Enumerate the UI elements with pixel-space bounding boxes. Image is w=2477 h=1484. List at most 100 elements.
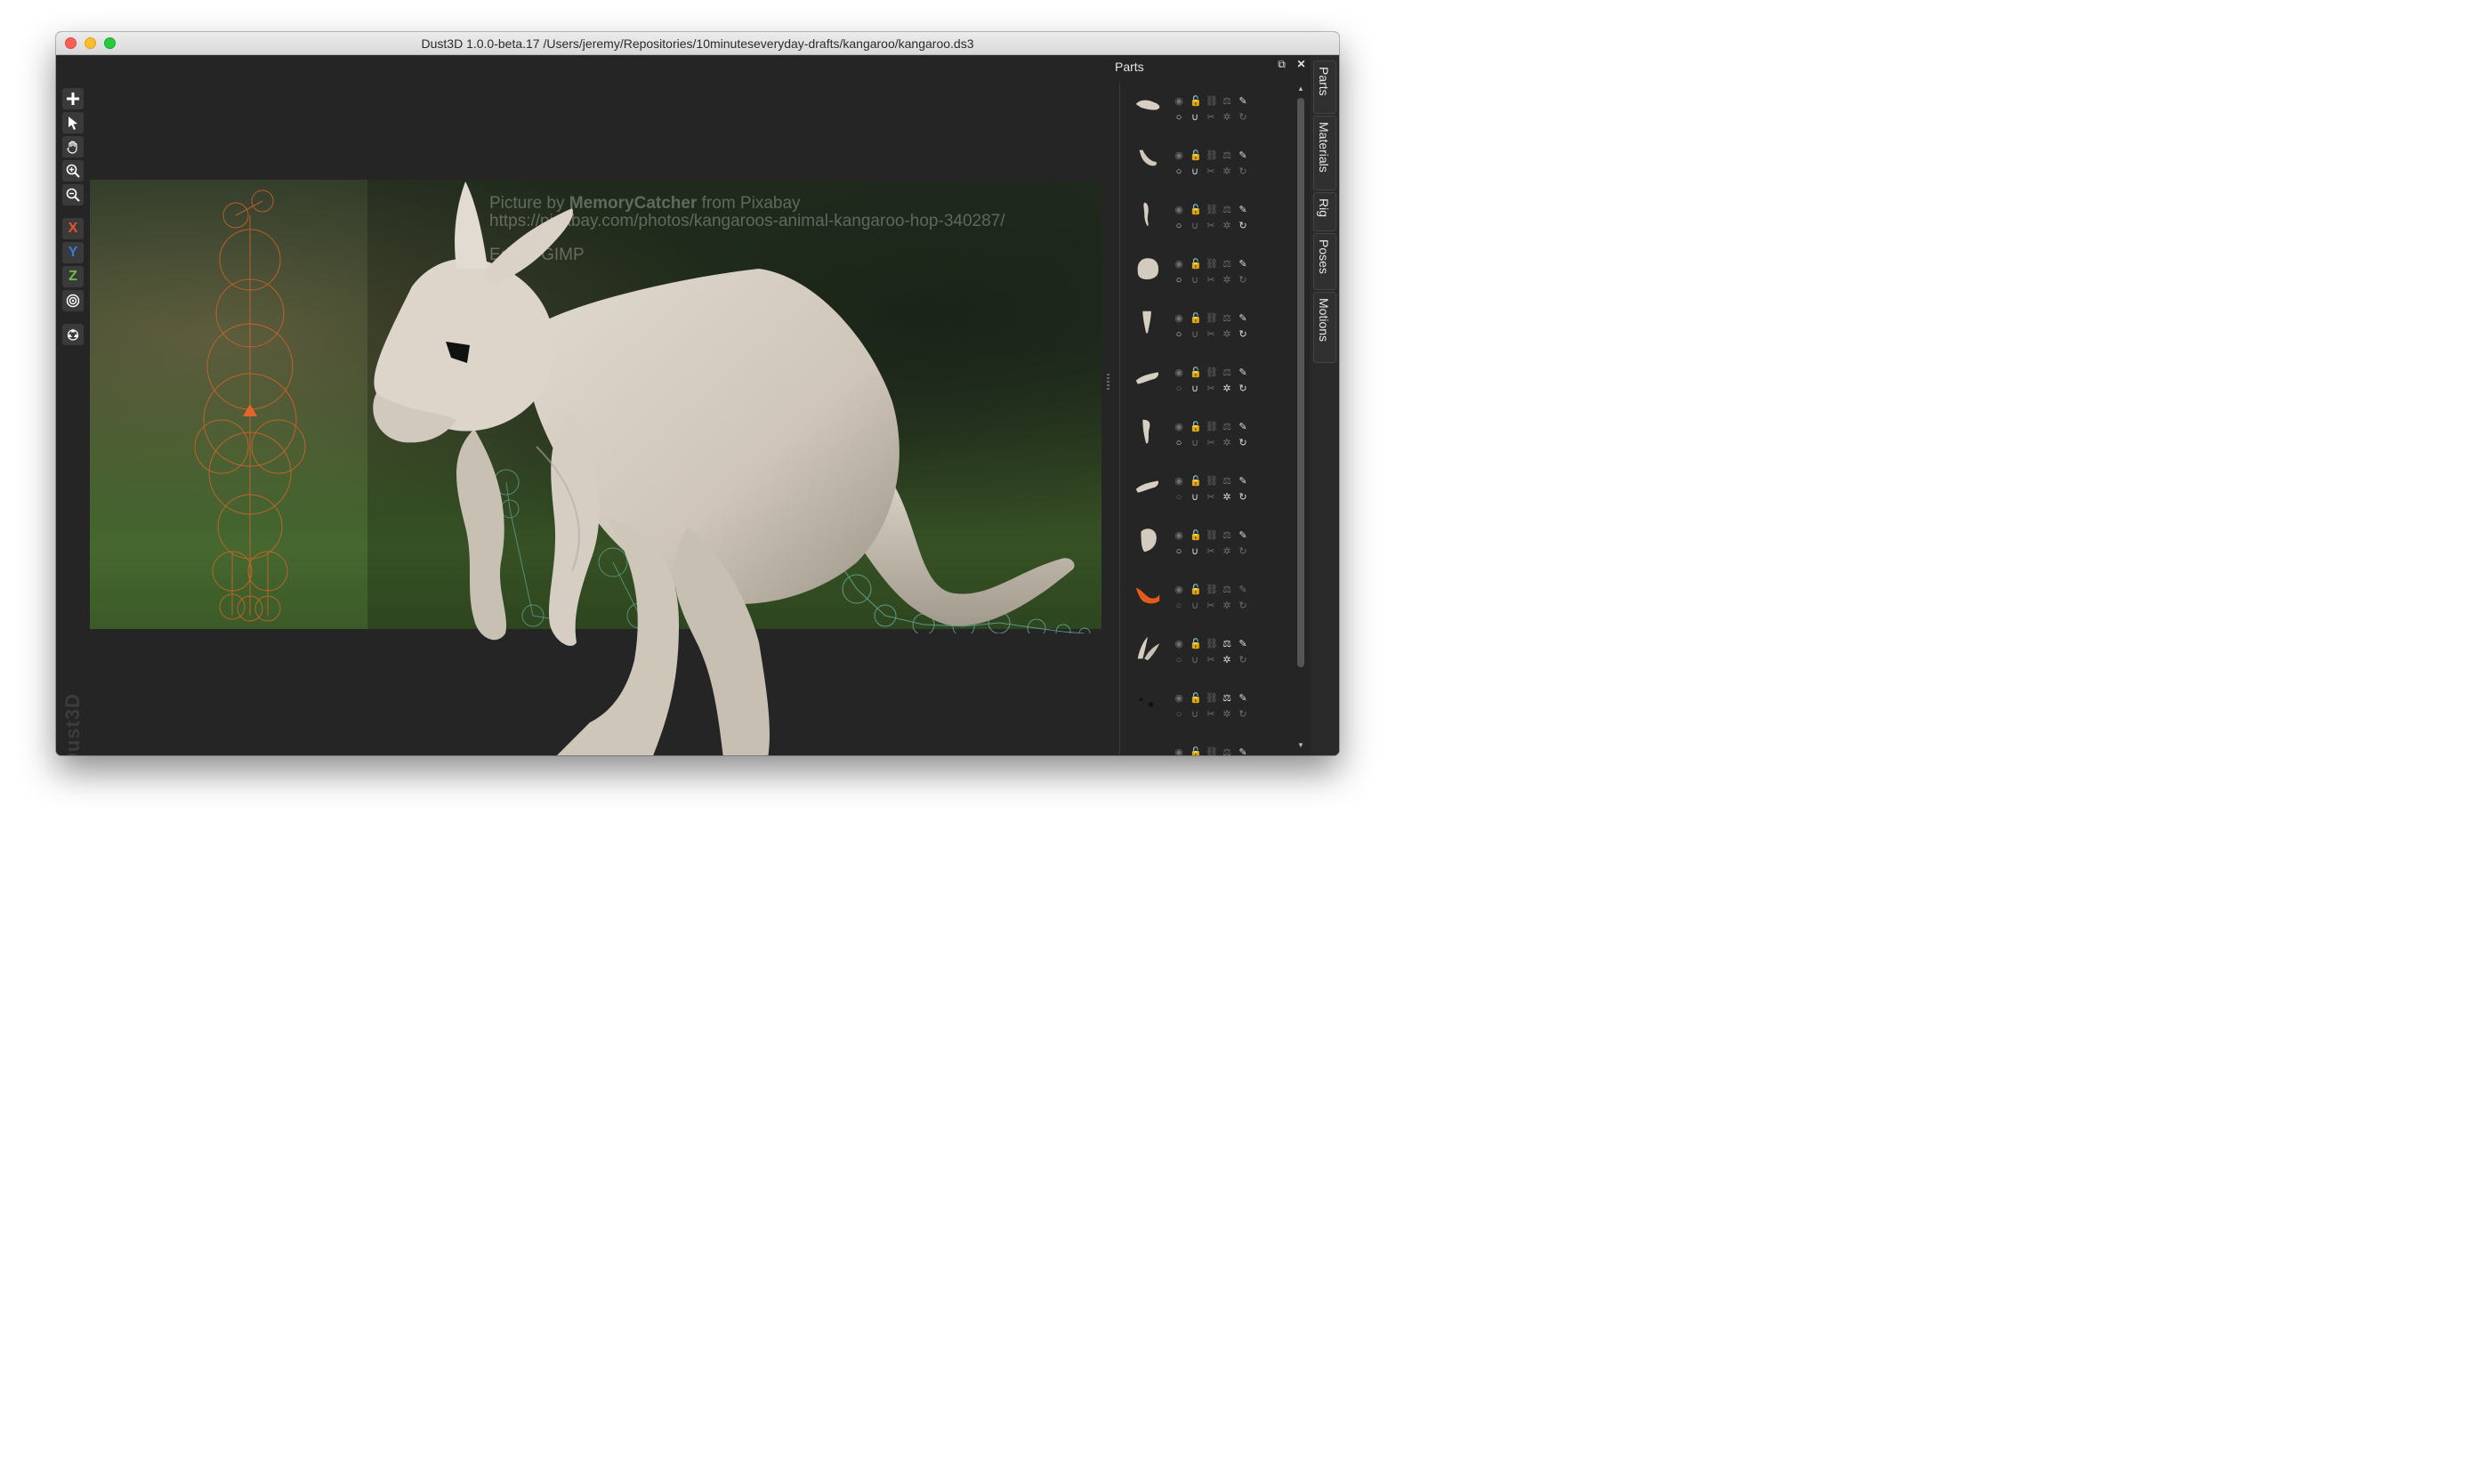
cut-icon[interactable]: ✂ xyxy=(1206,601,1216,611)
part-thumbnail[interactable] xyxy=(1133,633,1163,664)
cut-icon[interactable]: ✂ xyxy=(1206,166,1216,177)
cut-icon[interactable]: ✂ xyxy=(1206,655,1216,665)
pencil-icon[interactable]: ✎ xyxy=(1238,367,1248,378)
tab-materials[interactable]: Materials xyxy=(1313,116,1336,190)
part-row[interactable]: ◉ 🔓 ⛓ ⚖ ✎ ○ ∪ ✂ ✲ ↻ xyxy=(1120,82,1289,136)
magnet-icon[interactable]: ∪ xyxy=(1190,655,1200,665)
part-thumbnail[interactable] xyxy=(1133,688,1163,718)
eye-icon[interactable]: ◉ xyxy=(1174,205,1184,215)
eye-icon[interactable]: ◉ xyxy=(1174,585,1184,595)
lock-icon[interactable]: 🔓 xyxy=(1190,96,1202,107)
cut-icon[interactable]: ✂ xyxy=(1206,221,1216,231)
link-icon[interactable]: ⛓ xyxy=(1206,585,1218,595)
part-row[interactable]: ◉ 🔓 ⛓ ⚖ ✎ ○ ∪ ✂ ✲ ↻ xyxy=(1120,516,1289,570)
part-row[interactable]: ◉ 🔓 ⛓ ⚖ ✎ ○ ∪ ✂ ✲ ↻ xyxy=(1120,625,1289,679)
cut-icon[interactable]: ✂ xyxy=(1206,275,1216,286)
radius-lock-button[interactable] xyxy=(62,290,84,311)
regenerate-button[interactable] xyxy=(62,324,84,345)
z-axis-lock-button[interactable]: Z xyxy=(62,266,84,287)
eye-icon[interactable]: ◉ xyxy=(1174,639,1184,649)
eye-icon[interactable]: ◉ xyxy=(1174,259,1184,270)
magnet-icon[interactable]: ∪ xyxy=(1190,383,1200,394)
pan-button[interactable] xyxy=(62,136,84,157)
part-thumbnail[interactable] xyxy=(1133,579,1163,609)
zoom-out-button[interactable] xyxy=(62,184,84,206)
gear-icon[interactable]: ✲ xyxy=(1222,655,1232,665)
eye-icon[interactable]: ◉ xyxy=(1174,150,1184,161)
part-row[interactable]: ◉ 🔓 ⛓ ⚖ ✎ ○ ∪ ✂ ✲ ↻ xyxy=(1120,299,1289,353)
scale-icon[interactable]: ⚖ xyxy=(1222,205,1232,215)
eye-icon[interactable]: ◉ xyxy=(1174,422,1184,432)
pencil-icon[interactable]: ✎ xyxy=(1238,747,1248,755)
gear-icon[interactable]: ✲ xyxy=(1222,546,1232,557)
magnet-icon[interactable]: ∪ xyxy=(1190,601,1200,611)
scale-icon[interactable]: ⚖ xyxy=(1222,476,1232,487)
y-axis-lock-button[interactable]: Y xyxy=(62,242,84,263)
gear-icon[interactable]: ✲ xyxy=(1222,383,1232,394)
pencil-icon[interactable]: ✎ xyxy=(1238,150,1248,161)
gear-icon[interactable]: ✲ xyxy=(1222,275,1232,286)
link-icon[interactable]: ⛓ xyxy=(1206,313,1218,324)
circle-icon[interactable]: ○ xyxy=(1174,438,1184,448)
part-row[interactable]: ◉ 🔓 ⛓ ⚖ ✎ ○ ∪ ✂ ✲ ↻ xyxy=(1120,353,1289,407)
gear-icon[interactable]: ✲ xyxy=(1222,221,1232,231)
rotate-icon[interactable]: ↻ xyxy=(1238,383,1248,394)
gear-icon[interactable]: ✲ xyxy=(1222,112,1232,123)
eye-icon[interactable]: ◉ xyxy=(1174,747,1184,755)
lock-icon[interactable]: 🔓 xyxy=(1190,367,1202,378)
part-thumbnail[interactable] xyxy=(1133,91,1163,121)
magnet-icon[interactable]: ∪ xyxy=(1190,329,1200,340)
model-canvas[interactable]: Picture by MemoryCatcher from Pixabay ht… xyxy=(56,55,1119,755)
lock-icon[interactable]: 🔓 xyxy=(1190,693,1202,704)
link-icon[interactable]: ⛓ xyxy=(1206,367,1218,378)
circle-icon[interactable]: ○ xyxy=(1174,655,1184,665)
cut-icon[interactable]: ✂ xyxy=(1206,383,1216,394)
gear-icon[interactable]: ✲ xyxy=(1222,601,1232,611)
gear-icon[interactable]: ✲ xyxy=(1222,709,1232,720)
lock-icon[interactable]: 🔓 xyxy=(1190,530,1202,541)
lock-icon[interactable]: 🔓 xyxy=(1190,422,1202,432)
pencil-icon[interactable]: ✎ xyxy=(1238,476,1248,487)
part-thumbnail[interactable] xyxy=(1133,525,1163,555)
cut-icon[interactable]: ✂ xyxy=(1206,546,1216,557)
circle-icon[interactable]: ○ xyxy=(1174,275,1184,286)
eye-icon[interactable]: ◉ xyxy=(1174,96,1184,107)
part-thumbnail[interactable] xyxy=(1133,416,1163,447)
float-panel-icon[interactable]: ⧉ xyxy=(1276,59,1287,70)
lock-icon[interactable]: 🔓 xyxy=(1190,747,1202,755)
tab-motions[interactable]: Motions xyxy=(1313,292,1336,363)
part-row[interactable]: ◉ 🔓 ⛓ ⚖ ✎ xyxy=(1120,733,1289,755)
lock-icon[interactable]: 🔓 xyxy=(1190,313,1202,324)
magnet-icon[interactable]: ∪ xyxy=(1190,709,1200,720)
select-button[interactable] xyxy=(62,112,84,133)
circle-icon[interactable]: ○ xyxy=(1174,221,1184,231)
scroll-thumb[interactable] xyxy=(1297,98,1304,667)
magnet-icon[interactable]: ∪ xyxy=(1190,492,1200,503)
eye-icon[interactable]: ◉ xyxy=(1174,530,1184,541)
rotate-icon[interactable]: ↻ xyxy=(1238,221,1248,231)
scale-icon[interactable]: ⚖ xyxy=(1222,150,1232,161)
cut-icon[interactable]: ✂ xyxy=(1206,112,1216,123)
part-row[interactable]: ◉ 🔓 ⛓ ⚖ ✎ ○ ∪ ✂ ✲ ↻ xyxy=(1120,407,1289,462)
part-row[interactable]: ◉ 🔓 ⛓ ⚖ ✎ ○ ∪ ✂ ✲ ↻ xyxy=(1120,190,1289,245)
zoom-in-button[interactable] xyxy=(62,160,84,181)
eye-icon[interactable]: ◉ xyxy=(1174,367,1184,378)
rotate-icon[interactable]: ↻ xyxy=(1238,112,1248,123)
circle-icon[interactable]: ○ xyxy=(1174,166,1184,177)
circle-icon[interactable]: ○ xyxy=(1174,329,1184,340)
link-icon[interactable]: ⛓ xyxy=(1206,639,1218,649)
link-icon[interactable]: ⛓ xyxy=(1206,422,1218,432)
circle-icon[interactable]: ○ xyxy=(1174,601,1184,611)
link-icon[interactable]: ⛓ xyxy=(1206,96,1218,107)
cut-icon[interactable]: ✂ xyxy=(1206,329,1216,340)
kangaroo-model[interactable] xyxy=(305,144,1088,755)
cut-icon[interactable]: ✂ xyxy=(1206,438,1216,448)
add-node-button[interactable] xyxy=(62,88,84,109)
circle-icon[interactable]: ○ xyxy=(1174,709,1184,720)
scale-icon[interactable]: ⚖ xyxy=(1222,367,1232,378)
rotate-icon[interactable]: ↻ xyxy=(1238,709,1248,720)
pencil-icon[interactable]: ✎ xyxy=(1238,259,1248,270)
tab-parts[interactable]: Parts xyxy=(1313,60,1336,114)
pencil-icon[interactable]: ✎ xyxy=(1238,585,1248,595)
magnet-icon[interactable]: ∪ xyxy=(1190,166,1200,177)
